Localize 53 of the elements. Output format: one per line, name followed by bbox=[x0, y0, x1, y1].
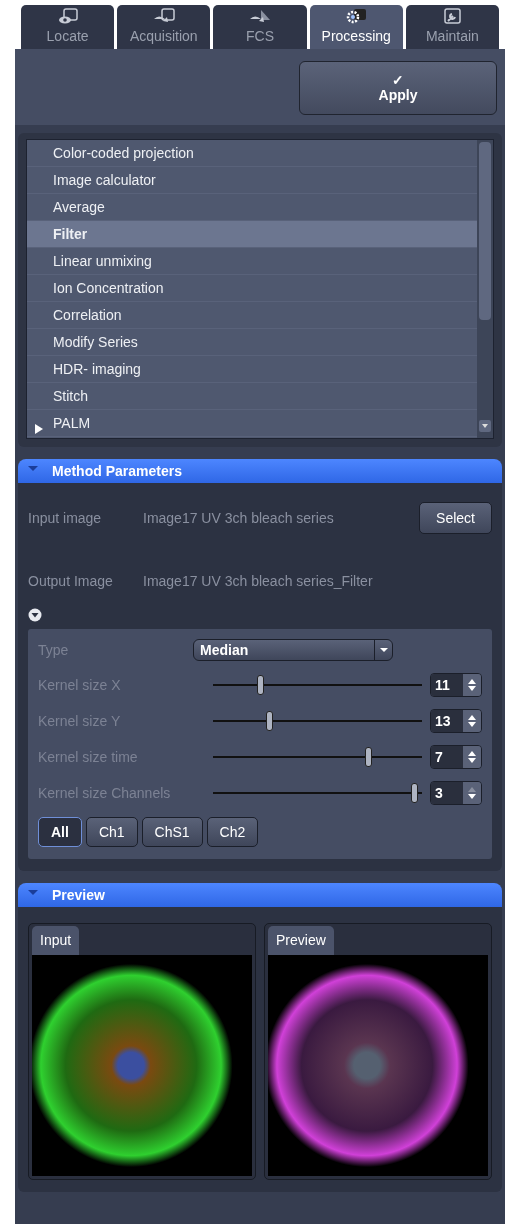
type-dropdown[interactable]: Median bbox=[193, 639, 393, 661]
expand-arrow-icon[interactable] bbox=[35, 424, 43, 435]
channel-toggle[interactable]: ChS1 bbox=[141, 817, 203, 847]
image-tab[interactable]: Input bbox=[32, 926, 80, 955]
decrement-arrow-icon[interactable] bbox=[468, 722, 476, 727]
field-label: Output Image bbox=[28, 572, 114, 591]
decrement-arrow-icon[interactable] bbox=[468, 794, 476, 799]
slider-thumb[interactable] bbox=[265, 711, 273, 731]
apply-button[interactable]: ✓ Apply bbox=[299, 61, 497, 115]
section-header[interactable]: Method Parameters bbox=[18, 459, 502, 483]
image-tab[interactable]: Preview bbox=[268, 926, 334, 955]
method-item[interactable]: Ion Concentration bbox=[27, 275, 477, 302]
wrench-icon bbox=[441, 7, 464, 26]
decrement-arrow-icon[interactable] bbox=[468, 686, 476, 691]
number-spinner[interactable]: 3 bbox=[430, 781, 482, 805]
scroll-down-icon[interactable] bbox=[479, 420, 491, 433]
decrement-arrow-icon[interactable] bbox=[468, 758, 476, 763]
method-item[interactable]: HDR- imaging bbox=[27, 356, 477, 383]
slider-thumb[interactable] bbox=[257, 675, 265, 695]
channel-toggle[interactable]: Ch1 bbox=[85, 817, 138, 847]
tool-tab[interactable]: Acquisition bbox=[117, 5, 211, 49]
channel-toggle[interactable]: All bbox=[38, 817, 82, 847]
method-item[interactable]: Linear unmixing bbox=[27, 248, 477, 275]
tool-tab[interactable]: Processing bbox=[309, 5, 403, 49]
gear-icon bbox=[345, 7, 368, 26]
method-item[interactable]: PALM bbox=[27, 410, 477, 437]
output-image-name: Image17 UV 3ch bleach series_Filter bbox=[143, 572, 373, 591]
method-item[interactable]: Stitch bbox=[27, 383, 477, 410]
increment-arrow-icon[interactable] bbox=[468, 751, 476, 756]
tool-tab[interactable]: Locate bbox=[21, 5, 115, 49]
slider-thumb[interactable] bbox=[410, 783, 418, 803]
number-spinner[interactable]: 7 bbox=[430, 745, 482, 769]
slider-thumb[interactable] bbox=[364, 747, 372, 767]
increment-arrow-icon[interactable] bbox=[468, 715, 476, 720]
section-header[interactable]: Preview bbox=[18, 883, 502, 907]
tool-tab[interactable]: Maintain bbox=[405, 5, 499, 49]
number-spinner[interactable]: 11 bbox=[430, 673, 482, 697]
method-item[interactable]: Correlation bbox=[27, 302, 477, 329]
tool-tab[interactable]: FCS bbox=[213, 5, 307, 49]
input-image-name: Image17 UV 3ch bleach series bbox=[143, 508, 335, 528]
eye-icon bbox=[56, 7, 79, 26]
number-spinner[interactable]: 13 bbox=[430, 709, 482, 733]
channel-toggle[interactable]: Ch2 bbox=[206, 817, 259, 847]
collapse-toggle-icon[interactable] bbox=[28, 608, 42, 623]
select-button[interactable]: Select bbox=[419, 502, 492, 534]
method-item[interactable]: Filter bbox=[27, 221, 477, 248]
method-item[interactable]: Image calculator bbox=[27, 167, 477, 194]
field-label: Input image bbox=[28, 508, 103, 528]
method-item[interactable]: Color-coded projection bbox=[27, 140, 477, 167]
scrollbar[interactable] bbox=[477, 140, 493, 438]
scrollbar-thumb[interactable] bbox=[479, 142, 491, 320]
method-item[interactable]: Modify Series bbox=[27, 329, 477, 356]
increment-arrow-icon[interactable] bbox=[468, 679, 476, 684]
